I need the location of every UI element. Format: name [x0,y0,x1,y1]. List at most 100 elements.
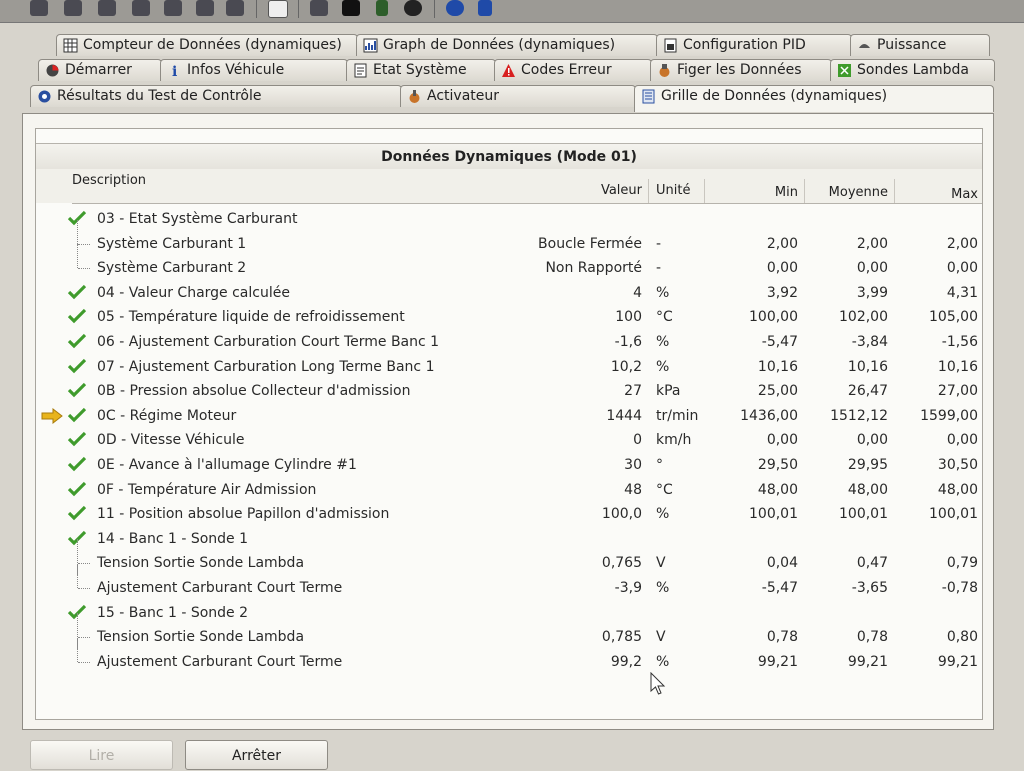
toolbar-tool-icon[interactable] [226,0,244,16]
table-row[interactable]: 0C - Régime Moteur 1444 tr/min 1436,00 1512,… [36,404,982,428]
test-icon [37,89,52,104]
table-row[interactable]: 03 - Etat Système Carburant [36,207,982,231]
info-toolbar-icon[interactable] [446,0,464,16]
toolbar-tool-icon[interactable] [196,0,214,16]
table-row[interactable]: Ajustement Carburant Court Terme -3,9% -5,… [36,564,982,600]
toolbar-tool-icon[interactable] [98,0,116,16]
checkmark-icon[interactable] [68,481,86,497]
table-row[interactable]: 0B - Pression absolue Collecteur d'admis… [36,379,982,403]
tree-line [77,244,78,269]
tab-r-sultats-du-test-de-contr-le[interactable]: Résultats du Test de Contrôle [30,85,402,107]
toolbar-tool-icon[interactable] [30,0,48,16]
cell-moy: 48,00 [847,481,888,498]
checkmark-icon[interactable] [68,333,86,349]
freeze-icon [657,63,672,78]
checkmark-icon[interactable] [68,456,86,472]
row-description: Système Carburant 2 [97,260,247,277]
cell-valeur: 27 [624,383,642,400]
exit-icon[interactable] [478,0,492,16]
tab-figer-les-donn-es[interactable]: Figer les Données [650,59,832,81]
tab-infos-v-hicule[interactable]: i Infos Véhicule [160,59,348,81]
cell-max: 2,00 [946,235,978,252]
cell-max: 100,01 [929,506,978,523]
battery-icon[interactable] [376,0,388,16]
cell-max: 48,00 [937,481,978,498]
toolbar-tool-icon[interactable] [64,0,82,16]
checkmark-icon[interactable] [68,284,86,300]
cell-unite: % [656,358,670,375]
cell-moy: 2,00 [856,235,888,252]
cell-moy: -3,84 [851,334,888,350]
checkmark-icon[interactable] [68,431,86,447]
tab-configuration-pid[interactable]: Configuration PID [656,34,852,56]
cell-valeur: 100,0 [601,506,642,523]
cell-valeur: 100 [615,309,642,326]
column-header-description[interactable]: Description [72,173,146,207]
toolbar-separator [434,0,435,18]
table-row[interactable]: Système Carburant 2 Non Rapporté - 0,00 0,00… [36,244,982,280]
tree-branch [78,268,90,270]
tree-branch [78,637,90,639]
tab-codes-erreur[interactable]: Codes Erreur [494,59,652,81]
toolbar-tool-icon[interactable] [164,0,182,16]
cell-unite: - [656,235,662,252]
table-row[interactable]: 14 - Banc 1 - Sonde 1 [36,527,982,551]
table-row[interactable]: 04 - Valeur Charge calculée 4% 3,92 3,99 4,3… [36,281,982,305]
row-description: 15 - Banc 1 - Sonde 2 [97,604,249,621]
checkmark-icon[interactable] [68,358,86,374]
tab-puissance[interactable]: Puissance [850,34,990,56]
toolbar-tool-icon[interactable] [132,0,150,16]
list-icon [641,89,656,104]
cell-moy: 102,00 [839,309,888,326]
toolbar-tool-icon[interactable] [404,0,422,16]
table-row[interactable]: 0E - Avance à l'allumage Cylindre #1 30 ° 2… [36,453,982,477]
row-description: 07 - Ajustement Carburation Long Terme B… [97,358,435,375]
cell-max: 10,16 [937,358,978,375]
stop-button[interactable]: Arrêter [185,740,328,770]
tab-graph-de-donn-es-dynamiques[interactable]: Graph de Données (dynamiques) [356,34,658,56]
tab-label: Résultats du Test de Contrôle [57,88,262,104]
read-button[interactable]: Lire [30,740,173,770]
document-icon[interactable] [268,0,288,18]
tab-sondes-lambda[interactable]: Sondes Lambda [830,59,995,81]
row-description: Tension Sortie Sonde Lambda [97,555,305,572]
table-row[interactable]: Système Carburant 1 Boucle Fermée - 2,00 2,0… [36,219,982,256]
tab-etat-syst-me[interactable]: Etat Système [346,59,496,81]
toolbar-tool-icon[interactable] [342,0,360,16]
table-row[interactable]: 0F - Température Air Admission 48 °C 48,00 4… [36,478,982,502]
cell-min: 100,01 [749,506,798,523]
row-description: Ajustement Carburant Court Terme [97,653,343,670]
checkmark-icon[interactable] [68,382,86,398]
table-row[interactable]: 06 - Ajustement Carburation Court Terme … [36,330,982,354]
tab-label: Sondes Lambda [857,62,969,78]
table-row[interactable]: Tension Sortie Sonde Lambda 0,785 V 0,78 0,7… [36,613,982,650]
table-row[interactable]: 0D - Vitesse Véhicule 0 km/h 0,00 0,00 0,00 [36,428,982,452]
cell-min: 25,00 [757,383,798,400]
toolbar-tool-icon[interactable] [310,0,328,16]
tab-compteur-de-donn-es-dynamiques[interactable]: Compteur de Données (dynamiques) [56,34,358,56]
cell-unite: °C [656,481,673,498]
checkmark-icon[interactable] [68,505,86,521]
table-row[interactable]: 15 - Banc 1 - Sonde 2 [36,601,982,625]
cell-unite: % [656,284,670,301]
table-row[interactable]: 11 - Position absolue Papillon d'admissi… [36,502,982,526]
tab-grille-de-donn-es-dynamiques[interactable]: Grille de Données (dynamiques) [634,85,994,112]
tree-branch [78,661,90,663]
cell-valeur: Non Rapporté [545,260,642,277]
svg-text:i: i [172,64,177,78]
selection-arrow-icon [41,407,63,424]
cell-max: 0,80 [946,629,978,646]
info-icon: i [167,63,182,78]
cell-max: 1599,00 [920,407,978,424]
table-row[interactable]: Ajustement Carburant Court Terme 99,2% 99,… [36,637,982,674]
tab-activateur[interactable]: Activateur [400,85,636,107]
table-row[interactable]: Tension Sortie Sonde Lambda 0,765 V 0,04 0,4… [36,539,982,576]
checkmark-icon[interactable] [68,407,86,423]
tab-d-marrer[interactable]: Démarrer [38,59,162,81]
cell-unite: °C [656,309,673,326]
cell-min: 1436,00 [740,407,798,424]
checkmark-icon[interactable] [68,308,86,324]
cell-moy: 0,00 [856,260,888,277]
table-row[interactable]: 07 - Ajustement Carburation Long Terme B… [36,355,982,379]
table-row[interactable]: 05 - Température liquide de refroidissem… [36,305,982,329]
